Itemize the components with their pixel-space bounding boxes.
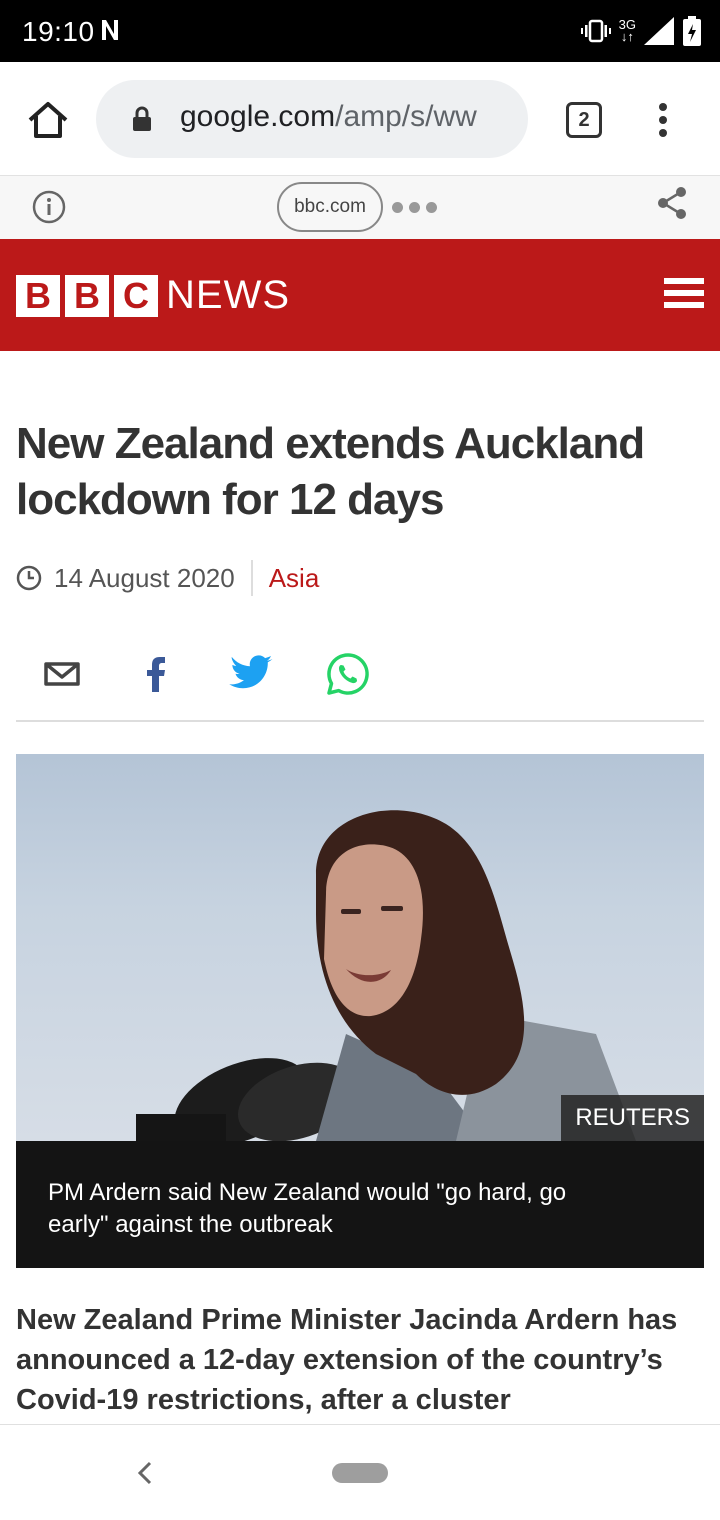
amp-domain-chip[interactable]: bbc.com [277, 182, 383, 232]
more-vert-icon[interactable] [650, 100, 676, 140]
logo-letter: B [16, 275, 60, 317]
lead-paragraph: New Zealand Prime Minister Jacinda Arder… [16, 1304, 678, 1416]
logo-letter: C [114, 275, 158, 317]
article-hero: REUTERS PM Ardern said New Zealand would… [16, 754, 704, 1268]
section-link[interactable]: Asia [269, 563, 320, 594]
meta-divider [250, 560, 253, 596]
bbc-header: B B C NEWS [0, 239, 720, 351]
email-icon[interactable] [38, 650, 86, 698]
article-date: 14 August 2020 [54, 562, 235, 593]
amp-more-icon[interactable] [392, 202, 437, 213]
bbc-logo[interactable]: B B C [16, 275, 158, 317]
system-nav-bar [0, 1424, 720, 1520]
article-headline: New Zealand extends Auckland lockdown fo… [16, 419, 645, 524]
data-arrows-icon: ↓↑ [620, 29, 634, 44]
home-pill[interactable] [332, 1463, 388, 1483]
logo-letter: B [65, 275, 109, 317]
share-tools [16, 648, 704, 722]
lock-icon [133, 106, 151, 131]
twitter-icon[interactable] [228, 650, 276, 698]
network-type: 3G ↓↑ [619, 18, 636, 44]
n-icon [102, 20, 118, 40]
signal-icon [644, 17, 674, 45]
battery-icon [683, 16, 701, 46]
photo-illustration [136, 810, 636, 1141]
info-icon[interactable] [32, 190, 66, 224]
back-icon[interactable] [132, 1457, 156, 1489]
status-time: 19:10 [22, 16, 95, 47]
browser-toolbar: google.com/amp/s/ww 2 [0, 62, 720, 176]
image-credit: REUTERS [561, 1095, 704, 1141]
menu-icon[interactable] [664, 278, 704, 314]
url-text: google.com/amp/s/ww [180, 100, 477, 134]
url-host: google.com [180, 100, 336, 133]
url-path: /amp/s/ww [335, 100, 477, 133]
article-photo[interactable]: REUTERS [16, 754, 704, 1141]
status-bar: 19:10 3G ↓↑ [0, 0, 720, 62]
home-icon[interactable] [24, 96, 72, 144]
vibrate-icon [580, 19, 611, 43]
amp-header: bbc.com [0, 176, 720, 239]
whatsapp-icon[interactable] [324, 650, 372, 698]
article-meta: 14 August 2020 Asia [16, 558, 319, 598]
image-caption: PM Ardern said New Zealand would "go har… [16, 1141, 704, 1268]
clock-icon [16, 565, 42, 591]
tab-switcher-button[interactable]: 2 [566, 102, 602, 138]
brand-news: NEWS [166, 273, 290, 317]
share-icon[interactable] [656, 186, 688, 220]
facebook-icon[interactable] [132, 650, 180, 698]
status-icons: 3G ↓↑ [580, 14, 702, 48]
url-bar[interactable]: google.com/amp/s/ww [96, 80, 528, 158]
